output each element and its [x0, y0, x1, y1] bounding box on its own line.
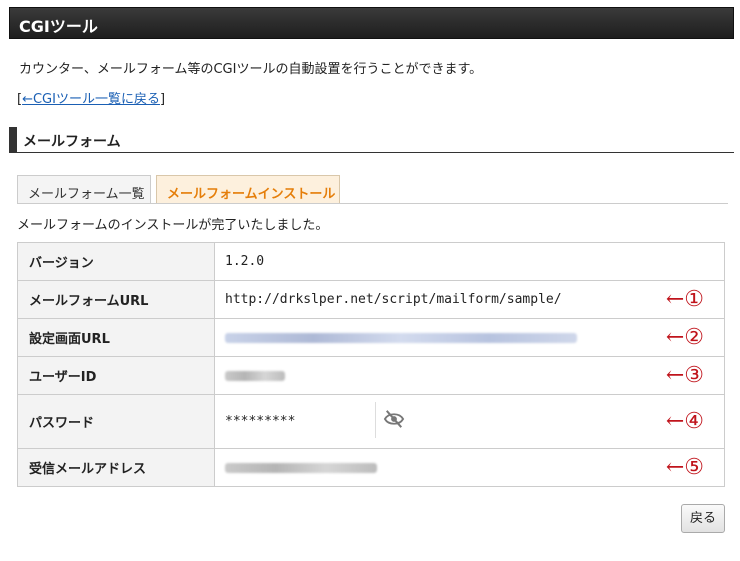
- receive-email-redacted: [225, 462, 377, 473]
- mailform-url-value[interactable]: http://drkslper.net/script/mailform/samp…: [225, 292, 562, 307]
- install-details-table: バージョン 1.2.0 メールフォームURL http://drkslper.n…: [17, 242, 725, 487]
- page-header: CGIツール: [9, 7, 734, 39]
- bracket-close: ]: [159, 92, 166, 107]
- annotation-marker-4: ←④: [665, 408, 704, 434]
- annotation-marker-3: ←③: [665, 362, 704, 388]
- table-row: ユーザーID ←③: [17, 356, 725, 395]
- back-to-cgi-list-link[interactable]: ←CGIツール一覧に戻る: [22, 92, 160, 107]
- table-row: パスワード ********* ←④: [17, 394, 725, 449]
- page-title: CGIツール: [19, 17, 98, 36]
- row-label-version: バージョン: [17, 242, 215, 281]
- row-value-version: 1.2.0: [214, 242, 725, 281]
- back-button[interactable]: 戻る: [681, 504, 725, 533]
- row-value-mailform-url: http://drkslper.net/script/mailform/samp…: [214, 280, 725, 319]
- row-label-receive-email: 受信メールアドレス: [17, 448, 215, 487]
- tab-mailform-install[interactable]: メールフォームインストール: [156, 175, 340, 204]
- row-label-user-id: ユーザーID: [17, 356, 215, 395]
- row-value-settings-url: ←②: [214, 318, 725, 357]
- row-value-user-id: ←③: [214, 356, 725, 395]
- section-title: メールフォーム: [23, 134, 121, 150]
- section-heading: メールフォーム: [9, 127, 734, 153]
- tab-mailform-list[interactable]: メールフォーム一覧: [17, 175, 151, 203]
- tabs-divider: [17, 203, 728, 204]
- row-label-password: パスワード: [17, 394, 215, 449]
- password-value: *********: [225, 414, 296, 429]
- table-row: バージョン 1.2.0: [17, 242, 725, 281]
- row-value-receive-email: ←⑤: [214, 448, 725, 487]
- annotation-marker-5: ←⑤: [665, 454, 704, 480]
- settings-url-redacted[interactable]: [225, 332, 577, 343]
- row-label-settings-url: 設定画面URL: [17, 318, 215, 357]
- table-row: 受信メールアドレス ←⑤: [17, 448, 725, 487]
- status-message: メールフォームのインストールが完了いたしました。: [17, 218, 329, 233]
- table-row: メールフォームURL http://drkslper.net/script/ma…: [17, 280, 725, 319]
- eye-off-icon[interactable]: [383, 409, 405, 429]
- annotation-marker-1: ←①: [665, 286, 704, 312]
- password-divider: [375, 402, 376, 438]
- section-heading-bar: [9, 127, 17, 152]
- back-link-container: [←CGIツール一覧に戻る]: [17, 88, 165, 107]
- row-label-mailform-url: メールフォームURL: [17, 280, 215, 319]
- user-id-redacted: [225, 370, 285, 381]
- annotation-marker-2: ←②: [665, 324, 704, 350]
- table-row: 設定画面URL ←②: [17, 318, 725, 357]
- row-value-password: ********* ←④: [214, 394, 725, 449]
- page-description: カウンター、メールフォーム等のCGIツールの自動設置を行うことができます。: [19, 62, 483, 77]
- version-value: 1.2.0: [225, 254, 265, 269]
